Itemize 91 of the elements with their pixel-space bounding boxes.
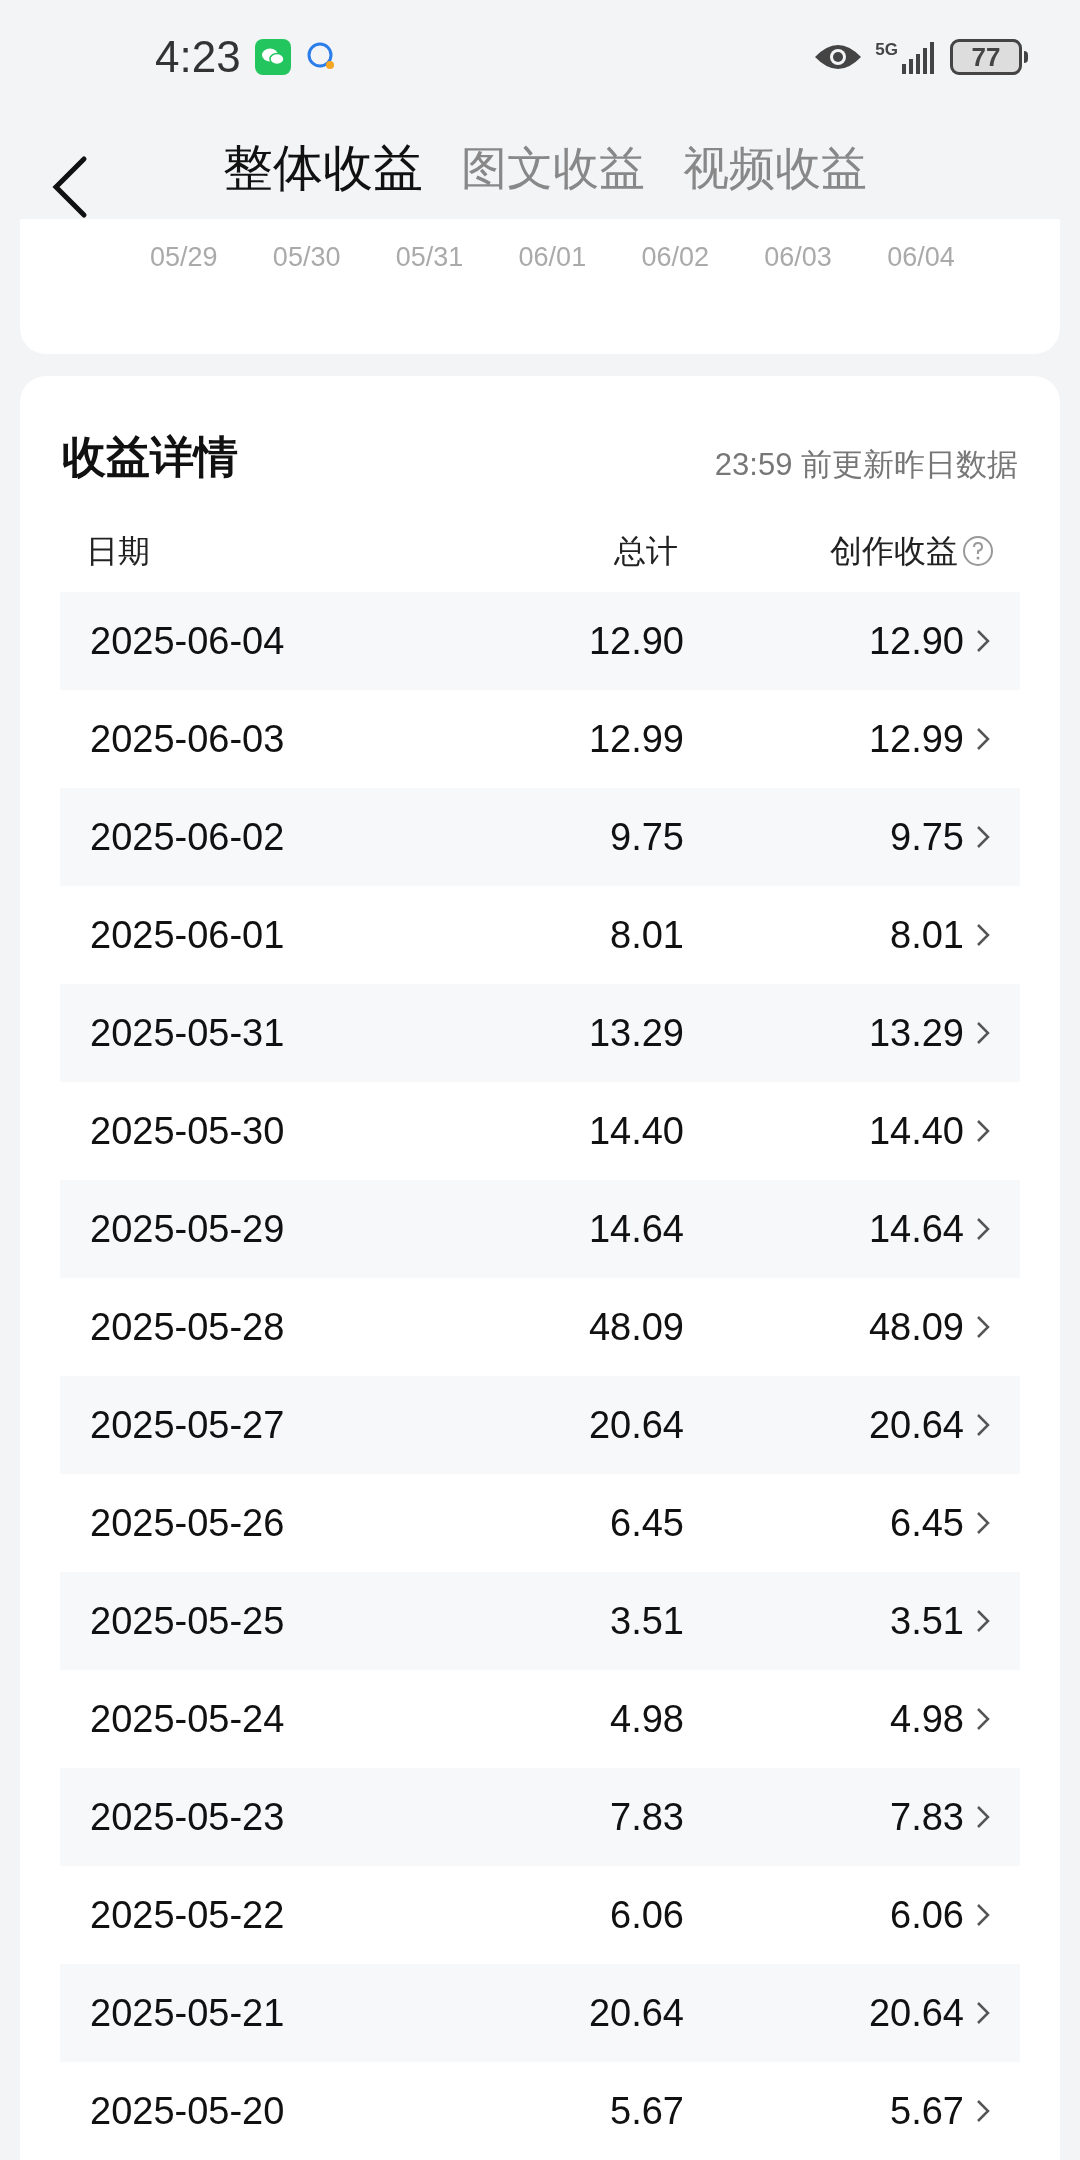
earnings-cell-text: 6.06 — [889, 1892, 964, 1938]
total-cell-text: 13.29 — [587, 1010, 684, 1056]
chevron-right-icon — [976, 1413, 990, 1437]
date-cell-text: 2025-05-24 — [90, 1696, 286, 1742]
chevron-right-icon — [976, 629, 990, 653]
earnings-cell-text: 7.83 — [889, 1794, 964, 1840]
section-title: 收益详情 — [62, 431, 238, 483]
total-cell-text: 14.64 — [587, 1206, 684, 1252]
date-cell-text: 2025-06-03 — [90, 716, 286, 762]
table-row[interactable]: 2025-06-04 12.90 12.90 — [60, 592, 1020, 690]
table-row[interactable]: 2025-05-21 20.64 20.64 — [60, 1964, 1020, 2062]
signal-icon — [902, 39, 936, 74]
total-cell-text: 5.67 — [609, 2088, 684, 2134]
column-header: 总计 — [613, 532, 678, 571]
column-header: 创作收益 — [829, 532, 958, 571]
date-cell-text: 2025-05-20 — [90, 2088, 286, 2134]
total-cell-text: 14.40 — [587, 1108, 684, 1154]
chevron-right-icon — [976, 1805, 990, 1829]
column-header: 日期 — [86, 532, 151, 571]
chat-app-icon — [254, 38, 291, 75]
total-cell-text: 20.64 — [587, 1402, 684, 1448]
chevron-right-icon — [976, 923, 990, 947]
chevron-right-icon — [976, 1315, 990, 1339]
battery-indicator: 77 — [950, 38, 1022, 75]
date-cell-text: 2025-05-22 — [90, 1892, 286, 1938]
date-cell-text: 2025-05-28 — [90, 1304, 286, 1350]
table-row[interactable]: 2025-05-27 20.64 20.64 — [60, 1376, 1020, 1474]
axis-label: 06/02 — [641, 241, 710, 272]
chevron-right-icon — [976, 1511, 990, 1535]
update-note: 23:59 前更新昨日数据 — [714, 445, 1018, 484]
table-row[interactable]: 2025-06-02 9.75 9.75 — [60, 788, 1020, 886]
earnings-cell-text: 6.45 — [889, 1500, 964, 1546]
chevron-right-icon — [976, 1217, 990, 1241]
date-cell-text: 2025-06-01 — [90, 912, 286, 958]
total-cell-text: 20.64 — [587, 1990, 684, 2036]
date-cell-text: 2025-06-04 — [90, 618, 286, 664]
axis-label: 06/01 — [518, 241, 588, 272]
total-cell-text: 3.51 — [609, 1598, 684, 1644]
total-cell-text: 12.99 — [587, 716, 684, 762]
chevron-right-icon — [976, 1021, 990, 1045]
total-cell-text: 4.98 — [609, 1696, 684, 1742]
earnings-cell-text: 8.01 — [889, 912, 964, 958]
chevron-right-icon — [976, 1707, 990, 1731]
chevron-right-icon — [976, 1903, 990, 1927]
table-row[interactable]: 2025-05-23 7.83 7.83 — [60, 1768, 1020, 1866]
date-cell-text: 2025-05-26 — [90, 1500, 286, 1546]
earnings-cell-text: 9.75 — [889, 814, 964, 860]
total-cell-text: 6.45 — [609, 1500, 684, 1546]
total-cell-text: 8.01 — [609, 912, 684, 958]
total-cell-text: 12.90 — [587, 618, 684, 664]
chevron-right-icon — [976, 1609, 990, 1633]
earnings-cell-text: 3.51 — [889, 1598, 964, 1644]
date-cell-text: 2025-05-29 — [90, 1206, 286, 1252]
axis-label: 06/03 — [764, 241, 833, 272]
total-cell-text: 6.06 — [609, 1892, 684, 1938]
date-cell-text: 2025-05-27 — [90, 1402, 286, 1448]
earnings-cell-text: 14.40 — [867, 1108, 964, 1154]
chevron-right-icon — [976, 825, 990, 849]
total-cell-text: 48.09 — [587, 1304, 684, 1350]
date-cell-text: 2025-05-25 — [90, 1598, 286, 1644]
status-time: 4:23 — [155, 30, 241, 83]
chevron-right-icon — [976, 1119, 990, 1143]
chevron-right-icon — [976, 2099, 990, 2123]
earnings-cell-text: 20.64 — [867, 1402, 964, 1448]
chevron-right-icon — [976, 2001, 990, 2025]
total-cell-text: 9.75 — [609, 814, 684, 860]
earnings-cell-text: 20.64 — [867, 1990, 964, 2036]
earnings-cell-text: 12.90 — [867, 618, 964, 664]
earnings-cell-text: 48.09 — [867, 1304, 964, 1350]
earnings-cell-text: 14.64 — [867, 1206, 964, 1252]
date-cell-text: 2025-05-23 — [90, 1794, 286, 1840]
date-cell-text: 2025-06-02 — [90, 814, 286, 860]
earnings-cell-text: 13.29 — [867, 1010, 964, 1056]
network-type: 5G — [875, 41, 898, 59]
earnings-cell-text: 12.99 — [867, 716, 964, 762]
table-row[interactable]: 2025-05-25 3.51 3.51 — [60, 1572, 1020, 1670]
axis-label: 05/29 — [150, 241, 219, 272]
tab[interactable]: 整体收益 — [223, 130, 423, 206]
axis-label: 05/31 — [395, 241, 465, 272]
date-cell-text: 2025-05-31 — [90, 1010, 286, 1056]
chevron-right-icon — [976, 727, 990, 751]
axis-label: 06/04 — [887, 241, 956, 272]
help-icon[interactable] — [962, 535, 994, 567]
axis-label: 05/30 — [272, 241, 342, 272]
date-cell-text: 2025-05-21 — [90, 1990, 286, 2036]
total-cell-text: 7.83 — [609, 1794, 684, 1840]
earnings-cell-text: 4.98 — [889, 1696, 964, 1742]
date-cell-text: 2025-05-30 — [90, 1108, 286, 1154]
table-row[interactable]: 2025-05-29 14.64 14.64 — [60, 1180, 1020, 1278]
table-row[interactable]: 2025-05-31 13.29 13.29 — [60, 984, 1020, 1082]
earnings-cell-text: 5.67 — [889, 2088, 964, 2134]
